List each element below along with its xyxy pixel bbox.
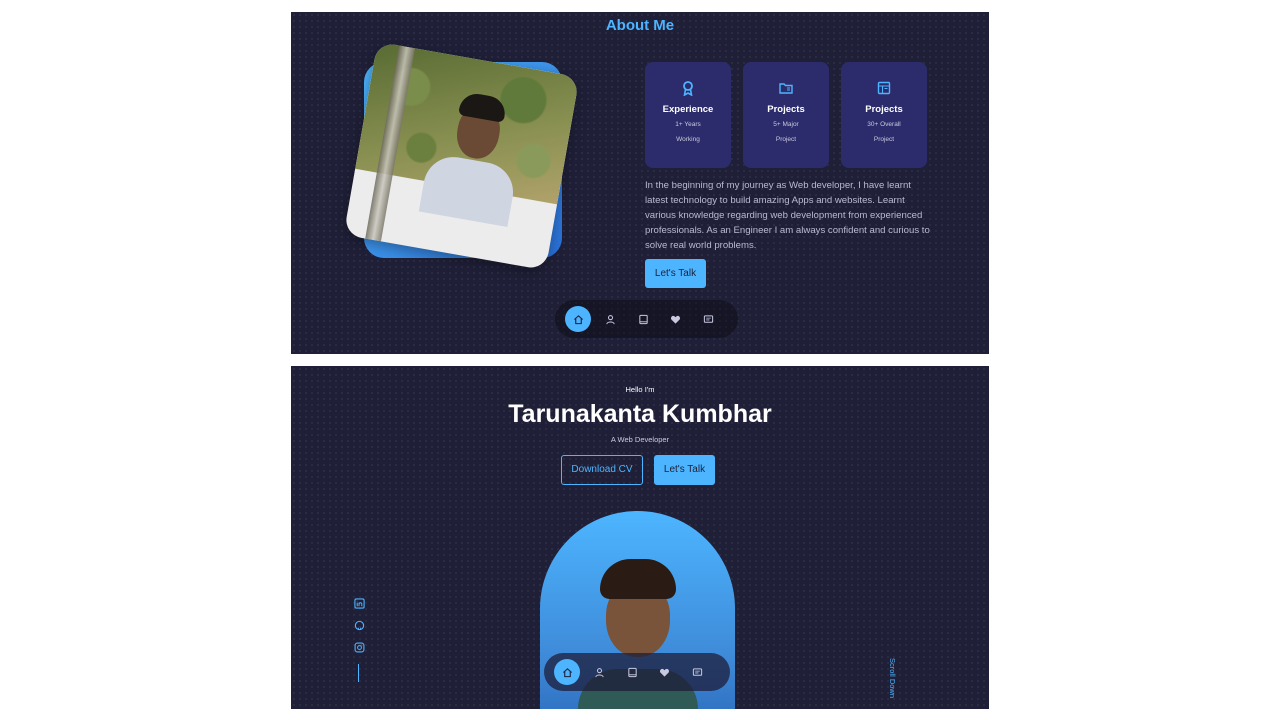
hero-name: Tarunakanta Kumbhar [508,400,772,428]
nav-experience[interactable] [619,659,645,685]
card-detail: Working [676,136,700,143]
about-section: About Me Experience 1+ Years Working Pro… [291,12,989,354]
card-detail: 30+ Overall [867,121,901,128]
award-icon [683,81,693,96]
download-cv-button[interactable]: Download CV [561,455,643,485]
github-icon[interactable] [354,620,365,631]
nav-about[interactable] [587,659,613,685]
card-title: Projects [865,104,903,115]
nav-contact[interactable] [695,306,721,332]
nav-home[interactable] [565,306,591,332]
bottom-nav [555,300,738,338]
linkedin-icon[interactable] [354,598,365,609]
nav-services[interactable] [652,659,678,685]
social-divider [358,664,359,682]
greeting: Hello I'm [625,385,655,394]
card-detail: 5+ Major [773,121,799,128]
hero-lets-talk-button[interactable]: Let's Talk [654,455,715,485]
book-icon [627,667,637,677]
nav-about[interactable] [598,306,624,332]
scroll-down-link[interactable]: Scroll Down [888,658,897,698]
lets-talk-button[interactable]: Let's Talk [645,259,706,288]
major-projects-card: Projects 5+ Major Project [743,62,829,168]
about-photo [343,41,580,271]
services-icon [660,668,669,677]
bottom-nav [544,653,730,691]
card-detail: Project [775,136,797,143]
nav-experience[interactable] [630,306,656,332]
about-title: About Me [605,17,675,34]
home-icon [573,314,583,324]
nav-services[interactable] [663,306,689,332]
experience-card: Experience 1+ Years Working [645,62,731,168]
home-icon [562,667,572,677]
hero-section: Hello I'm Tarunakanta Kumbhar A Web Deve… [291,366,989,709]
about-paragraph: In the beginning of my journey as Web de… [645,180,930,251]
book-icon [638,314,648,324]
user-icon [595,667,604,677]
folder-icon [779,83,793,94]
card-title: Experience [662,104,714,115]
nav-contact[interactable] [684,659,710,685]
card-detail: Project [873,136,895,143]
card-title: Projects [767,104,805,115]
social-links [354,598,366,664]
card-detail: 1+ Years [675,121,701,128]
projects-board-icon [877,81,891,95]
instagram-icon[interactable] [354,642,365,653]
user-icon [606,314,615,324]
nav-home[interactable] [554,659,580,685]
hero-role: A Web Developer [610,435,670,444]
services-icon [671,315,680,324]
overall-projects-card: Projects 30+ Overall Project [841,62,927,168]
message-icon [692,667,702,676]
message-icon [703,314,713,323]
